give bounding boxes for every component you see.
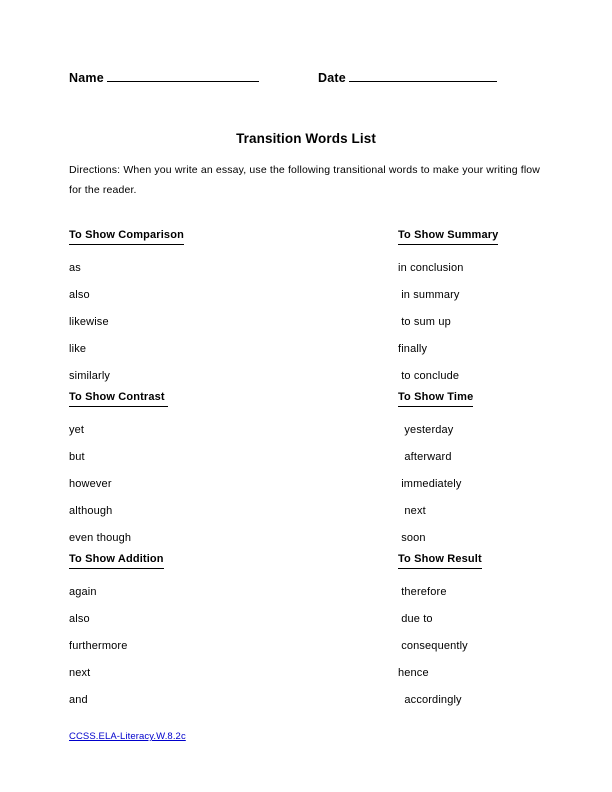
section-heading-text: To Show Contrast [69, 390, 168, 407]
list-item: soon [398, 532, 426, 544]
word-list: yet but however although even though [69, 417, 369, 552]
right-column: To Show Summary in conclusion in summary… [398, 228, 598, 714]
list-item: again [69, 586, 97, 598]
section-heading-text: To Show Addition [69, 552, 164, 569]
section-heading-text: To Show Summary [398, 228, 499, 245]
section-heading: To Show Summary [398, 228, 598, 255]
word-list: as also likewise like similarly [69, 255, 369, 390]
list-item: as [69, 262, 81, 274]
name-label: Name [69, 71, 104, 85]
section-heading-text: To Show Comparison [69, 228, 184, 245]
date-label: Date [318, 71, 346, 85]
list-item: therefore [398, 586, 447, 598]
list-item: but [69, 451, 85, 463]
date-field-group: Date [318, 70, 497, 85]
section-to-show-time: To Show Time yesterday afterward immedia… [398, 390, 598, 552]
section-to-show-result: To Show Result therefore due to conseque… [398, 552, 598, 714]
left-column: To Show Comparison as also likewise like… [69, 228, 369, 714]
list-item: to sum up [398, 316, 451, 328]
list-item: accordingly [398, 694, 462, 706]
section-to-show-addition: To Show Addition again also furthermore … [69, 552, 369, 714]
ccss-standard-link[interactable]: CCSS.ELA-Literacy.W.8.2c [69, 731, 186, 742]
list-item: due to [398, 613, 433, 625]
list-item: hence [398, 667, 429, 679]
word-list: therefore due to consequently hence acco… [398, 579, 598, 714]
list-item: although [69, 505, 113, 517]
list-item: finally [398, 343, 428, 355]
page-title: Transition Words List [236, 131, 376, 146]
section-to-show-summary: To Show Summary in conclusion in summary… [398, 228, 598, 390]
list-item: consequently [398, 640, 468, 652]
list-item: also [69, 613, 90, 625]
list-item: yesterday [398, 424, 454, 436]
list-item: however [69, 478, 112, 490]
section-to-show-contrast: To Show Contrast yet but however althoug… [69, 390, 369, 552]
list-item: afterward [398, 451, 452, 463]
list-item: in summary [398, 289, 460, 301]
list-item: yet [69, 424, 85, 436]
name-date-row: Name Date [69, 70, 539, 90]
list-item: in conclusion [398, 262, 464, 274]
section-heading: To Show Contrast [69, 390, 369, 417]
section-to-show-comparison: To Show Comparison as also likewise like… [69, 228, 369, 390]
list-item: and [69, 694, 88, 706]
list-item: likewise [69, 316, 109, 328]
list-item: next [398, 505, 426, 517]
directions-text: Directions: When you write an essay, use… [69, 164, 541, 196]
section-heading: To Show Addition [69, 552, 369, 579]
list-item: immediately [398, 478, 462, 490]
word-columns: To Show Comparison as also likewise like… [0, 228, 612, 708]
section-heading: To Show Time [398, 390, 598, 417]
worksheet-page: Name Date Transition Words List Directio… [0, 0, 612, 792]
section-heading: To Show Comparison [69, 228, 369, 255]
list-item: even though [69, 532, 132, 544]
name-write-in-line[interactable] [106, 70, 259, 82]
section-heading-text: To Show Time [398, 390, 474, 407]
word-list: yesterday afterward immediately next soo… [398, 417, 598, 552]
list-item: next [69, 667, 91, 679]
word-list: again also furthermore next and [69, 579, 369, 714]
date-write-in-line[interactable] [348, 70, 497, 82]
section-heading: To Show Result [398, 552, 598, 579]
list-item: like [69, 343, 87, 355]
list-item: similarly [69, 370, 111, 382]
section-heading-text: To Show Result [398, 552, 482, 569]
list-item: to conclude [398, 370, 460, 382]
list-item: also [69, 289, 90, 301]
word-list: in conclusion in summary to sum up final… [398, 255, 598, 390]
name-field-group: Name [69, 70, 259, 85]
list-item: furthermore [69, 640, 128, 652]
